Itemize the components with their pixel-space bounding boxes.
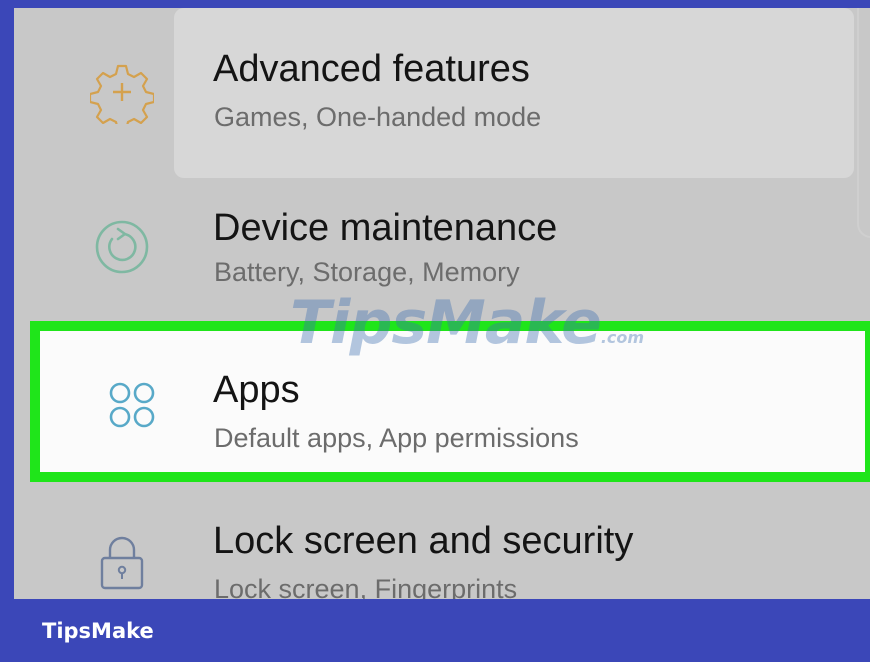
- frame-top-border: [0, 0, 870, 8]
- item-subtitle: Default apps, App permissions: [214, 423, 579, 453]
- item-title: Advanced features: [213, 48, 530, 90]
- settings-item-advanced-features[interactable]: Advanced features Games, One-handed mode: [28, 38, 870, 148]
- gear-plus-icon: [88, 60, 156, 132]
- lock-icon: [90, 528, 154, 592]
- item-subtitle: Games, One-handed mode: [214, 102, 542, 132]
- settings-item-device-maintenance[interactable]: Device maintenance Battery, Storage, Mem…: [28, 195, 870, 305]
- item-subtitle: Battery, Storage, Memory: [214, 257, 520, 287]
- item-title: Device maintenance: [213, 207, 558, 249]
- footer-bar: TipsMake: [0, 599, 870, 662]
- frame-left-border: [0, 0, 14, 662]
- settings-screen: Advanced features Games, One-handed mode…: [14, 0, 870, 662]
- settings-item-apps[interactable]: Apps Default apps, App permissions: [30, 321, 870, 482]
- refresh-circle-icon: [90, 215, 154, 279]
- apps-grid-icon: [100, 373, 164, 437]
- item-title: Apps: [213, 369, 300, 411]
- item-title: Lock screen and security: [213, 520, 634, 562]
- footer-brand: TipsMake: [42, 619, 154, 643]
- settings-item-lock-screen-security[interactable]: Lock screen and security Lock screen, Fi…: [28, 512, 870, 612]
